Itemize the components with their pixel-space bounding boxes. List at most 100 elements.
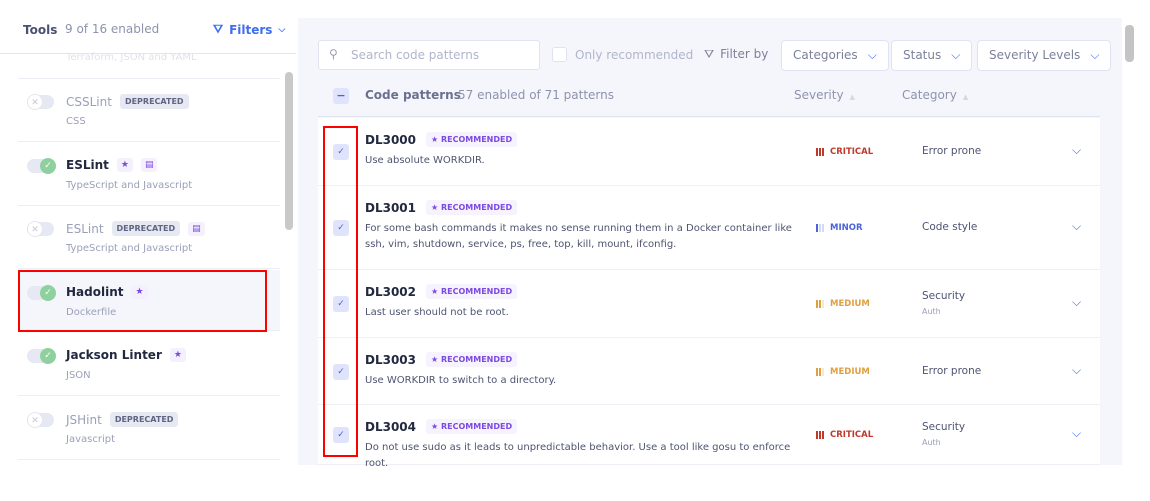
categories-dropdown[interactable]: Categories ⌵ bbox=[781, 40, 889, 71]
search-input[interactable]: ⚲ Search code patterns bbox=[318, 40, 540, 70]
only-recommended-checkbox[interactable]: Only recommended bbox=[552, 47, 693, 62]
star-icon: ★ bbox=[131, 285, 148, 299]
category-label: Error prone bbox=[922, 364, 982, 377]
tools-title: Tools bbox=[23, 23, 58, 37]
tool-name: Jackson Linter bbox=[66, 348, 162, 362]
severity-column-header[interactable]: Severity ▲ bbox=[794, 88, 855, 102]
star-icon: ★ bbox=[116, 158, 133, 172]
severity-bar bbox=[822, 431, 824, 439]
check-icon: ✓ bbox=[337, 430, 345, 440]
check-icon: ✓ bbox=[337, 223, 345, 233]
severity-header-label: Severity bbox=[794, 88, 844, 102]
table-title: Code patterns bbox=[365, 88, 461, 102]
patterns-panel: ⚲ Search code patterns Only recommended … bbox=[298, 18, 1122, 469]
tool-toggle[interactable]: ✕ bbox=[27, 412, 54, 428]
severity-label: MINOR bbox=[830, 223, 863, 233]
expand-chevron-icon[interactable]: ⌵ bbox=[1072, 219, 1081, 234]
x-icon: ✕ bbox=[27, 221, 43, 237]
chevron-down-icon: ⌵ bbox=[951, 48, 961, 62]
sort-icon: ▲ bbox=[849, 93, 855, 101]
tools-header: Tools 9 of 16 enabled ⛛ Filters ⌵ bbox=[0, 0, 296, 54]
expand-chevron-icon[interactable]: ⌵ bbox=[1072, 295, 1081, 310]
tool-toggle[interactable]: ✓ bbox=[27, 158, 56, 174]
tool-toggle[interactable]: ✕ bbox=[27, 221, 54, 237]
tool-subtitle: TypeScript and Javascript bbox=[66, 243, 193, 254]
tool-name: Hadolint bbox=[66, 285, 124, 299]
select-all-checkbox[interactable]: − bbox=[333, 88, 349, 104]
expand-chevron-icon[interactable]: ⌵ bbox=[1072, 143, 1081, 158]
pattern-checkbox[interactable]: ✓ bbox=[333, 144, 349, 160]
tool-name: JSHint bbox=[66, 412, 102, 427]
subcategory-label: Auth bbox=[922, 307, 941, 316]
tool-item[interactable]: ✓ Hadolint ★ Dockerfile bbox=[18, 270, 280, 331]
severity-label: MEDIUM bbox=[830, 366, 870, 377]
severity-levels-dropdown[interactable]: Severity Levels ⌵ bbox=[977, 40, 1112, 71]
recommended-label: RECOMMENDED bbox=[440, 135, 513, 144]
category-label: Security bbox=[922, 421, 966, 433]
category-label: Security bbox=[922, 290, 966, 302]
sort-icon: ▲ bbox=[962, 93, 969, 101]
page-scrollbar[interactable] bbox=[1125, 25, 1134, 62]
table-row: ✓ DL3003 ★ RECOMMENDED Use WORKDIR to swi… bbox=[318, 338, 1100, 405]
category-column-header[interactable]: Category ▲ bbox=[902, 88, 968, 102]
tool-subtitle: CSS bbox=[66, 116, 86, 127]
severity-label: CRITICAL bbox=[830, 147, 874, 157]
check-icon: ✓ bbox=[337, 366, 345, 377]
tool-item[interactable]: ✕ ESLint DEPRECATED ▤ TypeScript and Javasc… bbox=[18, 206, 280, 269]
check-icon: ✓ bbox=[337, 147, 345, 157]
recommended-badge: ★ RECOMMENDED bbox=[426, 419, 518, 434]
category-label: Error prone bbox=[922, 145, 982, 157]
dropdown-label: Severity Levels bbox=[989, 48, 1081, 62]
severity-bar bbox=[816, 367, 818, 376]
severity-label: MEDIUM bbox=[830, 299, 870, 309]
tools-scrollbar[interactable] bbox=[285, 72, 293, 230]
pattern-description: Use absolute WORKDIR. bbox=[365, 155, 485, 166]
recommended-badge: ★ RECOMMENDED bbox=[426, 200, 518, 215]
pattern-checkbox[interactable]: ✓ bbox=[333, 363, 349, 380]
pattern-checkbox[interactable]: ✓ bbox=[333, 427, 349, 443]
tool-item[interactable]: ✕ CSSLint DEPRECATED CSS bbox=[18, 79, 280, 142]
filters-label: Filters bbox=[229, 22, 273, 37]
tool-item[interactable]: ✕ JSHint DEPRECATED Javascript bbox=[18, 397, 280, 460]
filter-icon: ⛛ bbox=[213, 22, 224, 36]
severity-bar bbox=[819, 300, 821, 308]
checkbox[interactable] bbox=[552, 47, 567, 62]
pattern-description: For some bash commands it makes no sense… bbox=[365, 223, 792, 250]
table-row: ✓ DL3002 ★ RECOMMENDED Last user should n… bbox=[318, 270, 1100, 338]
deprecated-badge: DEPRECATED bbox=[109, 412, 179, 427]
severity-bar bbox=[819, 367, 821, 376]
tool-item[interactable]: ✓ ESLint ★ ▤ TypeScript and Javascript bbox=[18, 143, 280, 206]
pattern-id: DL3002 bbox=[365, 284, 417, 299]
chevron-down-icon: ⌵ bbox=[1090, 48, 1100, 62]
subcategory-label: Auth bbox=[922, 438, 941, 447]
status-dropdown[interactable]: Status ⌵ bbox=[891, 40, 973, 71]
pattern-description: Last user should not be root. bbox=[365, 307, 509, 318]
expand-chevron-icon[interactable]: ⌵ bbox=[1072, 363, 1081, 378]
star-icon: ★ bbox=[431, 135, 441, 144]
tool-toggle[interactable]: ✕ bbox=[27, 94, 54, 110]
tool-subtitle: Javascript bbox=[66, 434, 115, 445]
tool-toggle[interactable]: ✓ bbox=[27, 285, 56, 301]
table-header: − Code patterns 57 enabled of 71 pattern… bbox=[318, 80, 1100, 117]
check-icon: ✓ bbox=[40, 348, 56, 364]
tool-item[interactable]: ✓ Jackson Linter ★ JSON bbox=[18, 333, 280, 396]
recommended-label: RECOMMENDED bbox=[440, 287, 513, 296]
tool-subtitle: TypeScript and Javascript bbox=[66, 180, 193, 191]
tool-toggle[interactable]: ✓ bbox=[27, 348, 56, 364]
severity-indicator: MINOR bbox=[816, 223, 863, 233]
document-icon: ▤ bbox=[140, 158, 158, 172]
filters-button[interactable]: ⛛ Filters ⌵ bbox=[213, 22, 285, 37]
filter-by-text: Filter by bbox=[720, 47, 769, 61]
star-icon: ★ bbox=[431, 287, 441, 296]
star-icon: ★ bbox=[169, 348, 186, 362]
x-icon: ✕ bbox=[27, 412, 43, 428]
pattern-checkbox[interactable]: ✓ bbox=[333, 220, 349, 236]
expand-chevron-icon[interactable]: ⌵ bbox=[1072, 426, 1081, 441]
deprecated-badge: DEPRECATED bbox=[111, 221, 181, 236]
recommended-badge: ★ RECOMMENDED bbox=[426, 352, 518, 367]
pattern-id: DL3004 bbox=[365, 419, 417, 434]
document-icon: ▤ bbox=[188, 221, 205, 236]
pattern-checkbox[interactable]: ✓ bbox=[333, 296, 349, 312]
check-icon: ✓ bbox=[40, 158, 56, 174]
patterns-count: 57 enabled of 71 patterns bbox=[458, 88, 614, 102]
